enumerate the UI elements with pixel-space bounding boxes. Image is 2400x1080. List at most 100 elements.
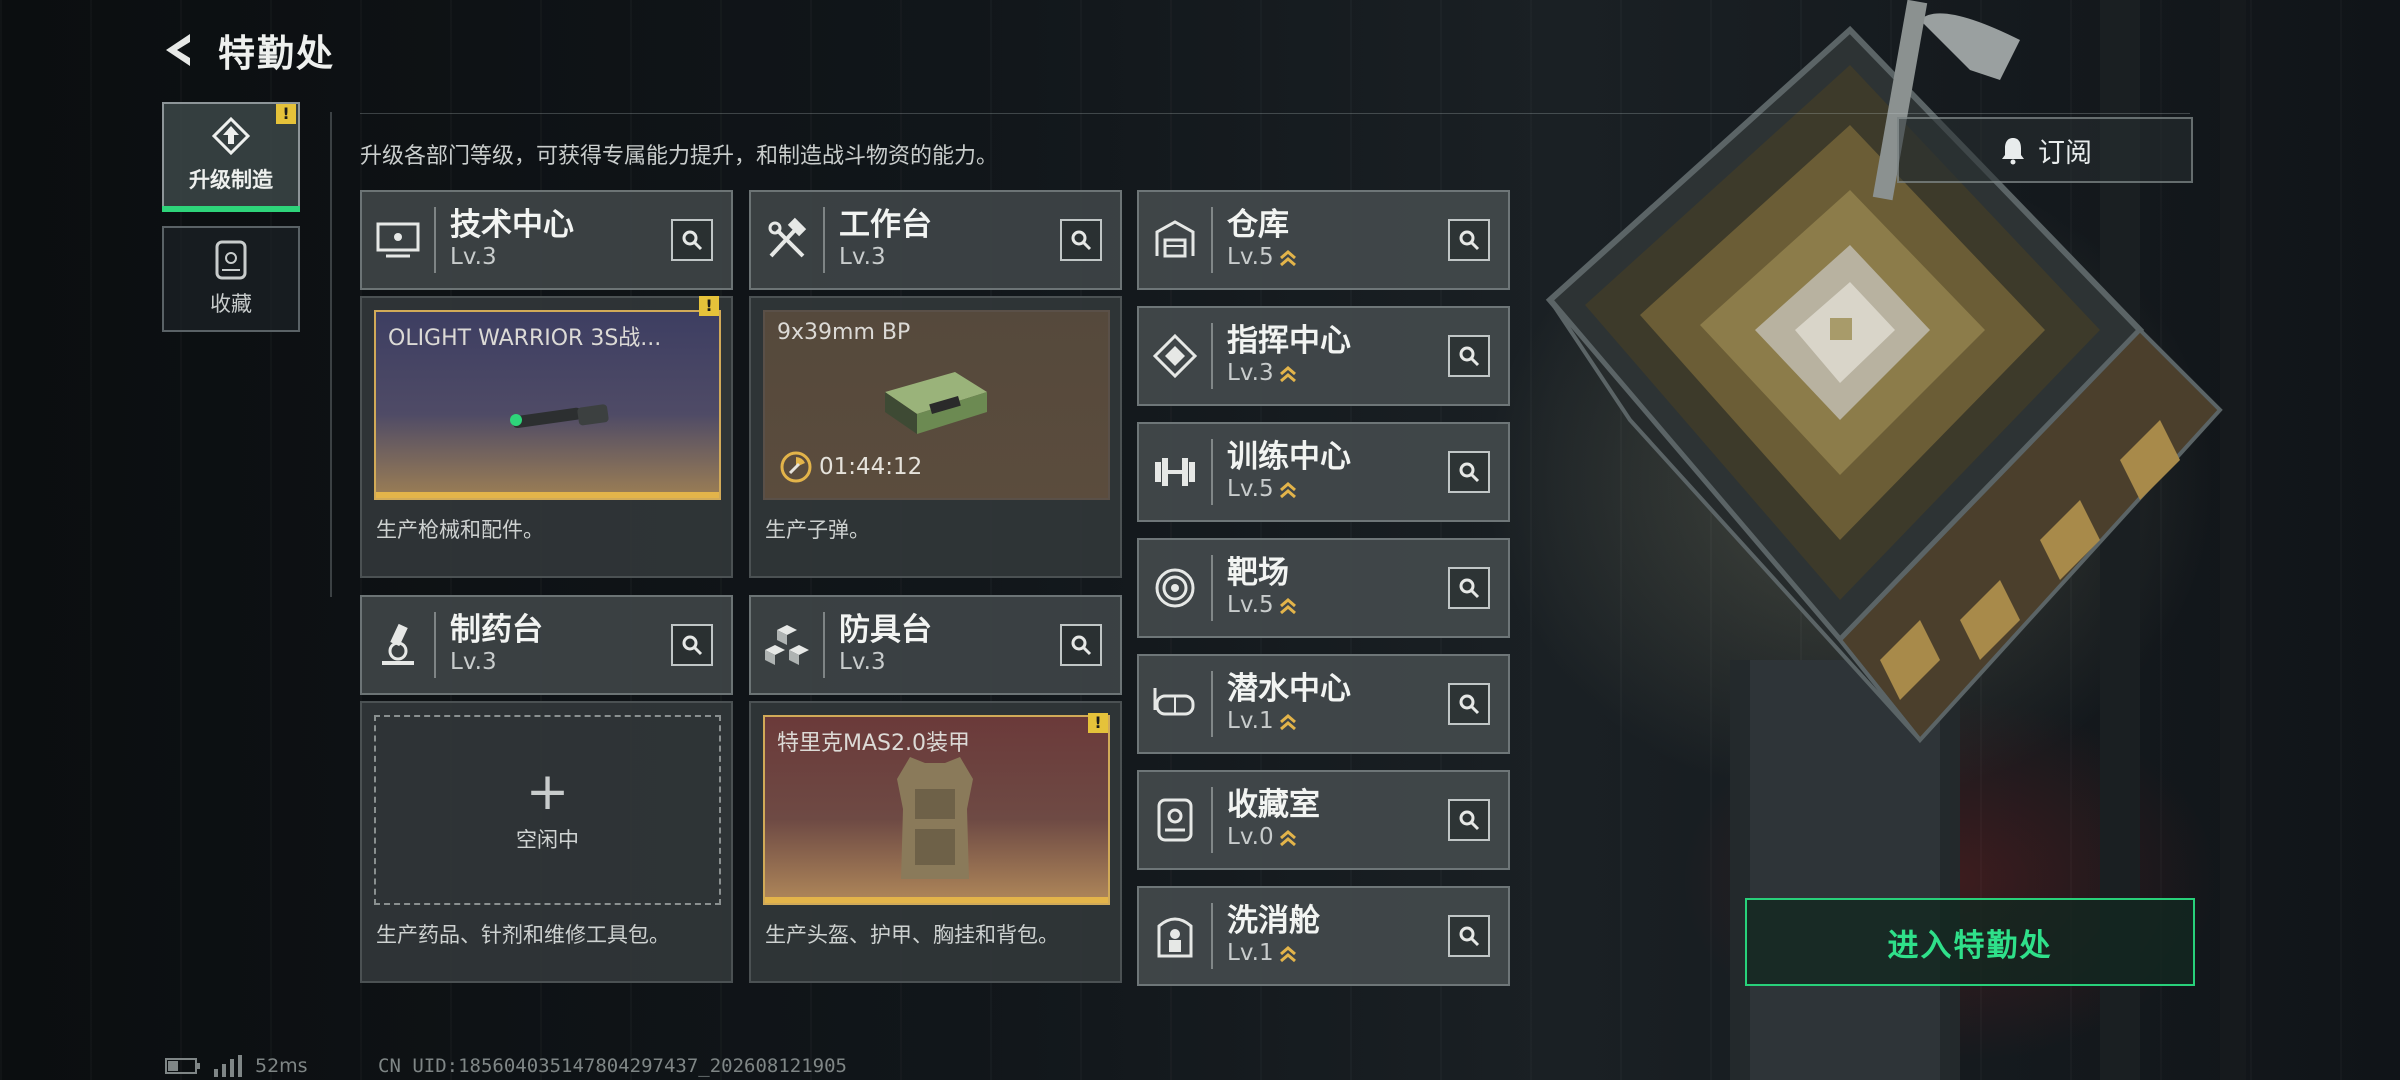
department-description: 生产头盔、护甲、胸挂和背包。	[765, 923, 1059, 947]
department-tech-center[interactable]: 技术中心 Lv.3	[360, 190, 733, 290]
department-row[interactable]: 洗消舱 Lv.1	[1137, 886, 1510, 986]
search-icon	[1459, 230, 1480, 251]
tab-upgrade-craft[interactable]: ! 升级制造	[162, 102, 300, 212]
department-pharmacy[interactable]: 制药台 Lv.3	[360, 595, 733, 695]
body-armor-icon	[897, 757, 973, 879]
idle-status: 空闲中	[516, 828, 579, 852]
search-button[interactable]	[1448, 335, 1490, 377]
department-name: 潜水中心	[1227, 671, 1351, 708]
tech-center-panel: OLIGHT WARRIOR 3S战... ! 生产枪械和配件。	[360, 296, 733, 578]
search-button[interactable]	[1060, 624, 1102, 666]
department-name: 防具台	[839, 612, 932, 649]
decon-icon	[1157, 917, 1193, 958]
search-icon	[1459, 694, 1480, 715]
search-icon	[682, 230, 703, 251]
section-description: 升级各部门等级，可获得专属能力提升，和制造战斗物资的能力。	[360, 144, 999, 169]
department-name: 靶场	[1227, 555, 1289, 592]
search-button[interactable]	[671, 219, 713, 261]
timer-icon	[780, 451, 812, 483]
player-uid: CN UID:1856040351478042974​37_2026081219…	[378, 1055, 847, 1077]
tab-label: 收藏	[210, 292, 252, 316]
department-level: Lv.1	[1227, 940, 1274, 967]
department-name: 洗消舱	[1227, 903, 1320, 940]
upgrade-chevron-icon	[1279, 365, 1296, 382]
department-row[interactable]: 收藏室 Lv.0	[1137, 770, 1510, 870]
department-description: 生产药品、针剂和维修工具包。	[376, 923, 670, 947]
hammer-wrench-icon	[768, 217, 807, 258]
dumbbell-icon	[1155, 458, 1195, 486]
upgrade-chevron-icon	[1279, 829, 1296, 846]
department-description: 生产枪械和配件。	[376, 518, 544, 542]
empty-production-slot[interactable]: + 空闲中	[374, 715, 721, 905]
department-level: Lv.3	[1227, 360, 1274, 387]
computer-icon	[376, 222, 420, 258]
search-icon	[1459, 926, 1480, 947]
notification-badge: !	[1088, 713, 1108, 733]
department-name: 工作台	[839, 207, 932, 244]
ping-value: 52ms	[255, 1055, 308, 1077]
department-row[interactable]: 潜水中心 Lv.1	[1137, 654, 1510, 754]
enter-special-ops-button[interactable]: 进入特勤处	[1745, 898, 2195, 986]
search-button[interactable]	[671, 624, 713, 666]
collection-icon	[1157, 798, 1193, 842]
add-icon: +	[525, 762, 570, 822]
notification-badge: !	[276, 104, 296, 124]
search-button[interactable]	[1448, 567, 1490, 609]
department-name: 训练中心	[1227, 439, 1351, 476]
search-icon	[1459, 346, 1480, 367]
department-name: 指挥中心	[1227, 323, 1351, 360]
production-slot[interactable]: OLIGHT WARRIOR 3S战...	[374, 310, 721, 500]
subscribe-label: 订阅	[2038, 137, 2092, 169]
department-level: Lv.3	[450, 244, 497, 271]
search-icon	[1459, 462, 1480, 483]
search-button[interactable]	[1448, 451, 1490, 493]
department-level: Lv.5	[1227, 592, 1274, 619]
workbench-panel: 9x39mm BP 01:44:12 生产子弹。	[749, 296, 1122, 578]
department-row[interactable]: 训练中心 Lv.5	[1137, 422, 1510, 522]
search-button[interactable]	[1448, 219, 1490, 261]
search-icon	[682, 635, 703, 656]
department-row[interactable]: 指挥中心 Lv.3	[1137, 306, 1510, 406]
production-timer: 01:44:12	[779, 450, 922, 484]
search-button[interactable]	[1060, 219, 1102, 261]
department-level: Lv.5	[1227, 244, 1274, 271]
upgrade-chevron-icon	[1279, 249, 1296, 266]
department-level: Lv.3	[839, 244, 886, 271]
bell-icon	[2002, 138, 2024, 165]
upgrade-chevron-icon	[1279, 597, 1296, 614]
status-bar: 52ms	[165, 1055, 308, 1077]
search-button[interactable]	[1448, 799, 1490, 841]
department-level: Lv.5	[1227, 476, 1274, 503]
department-row[interactable]: 靶场 Lv.5	[1137, 538, 1510, 638]
diving-mask-icon	[1153, 688, 1195, 716]
department-armor-bench[interactable]: 防具台 Lv.3	[749, 595, 1122, 695]
subscribe-button[interactable]: 订阅	[1897, 117, 2193, 183]
department-row[interactable]: 仓库 Lv.5	[1137, 190, 1510, 290]
search-icon	[1071, 230, 1092, 251]
back-arrow-icon[interactable]	[160, 30, 200, 70]
department-level: Lv.1	[1227, 708, 1274, 735]
upgrade-chevron-icon	[1279, 945, 1296, 962]
upgrade-icon	[211, 116, 251, 156]
search-button[interactable]	[1448, 683, 1490, 725]
tab-collection[interactable]: 收藏	[162, 226, 300, 332]
search-button[interactable]	[1448, 915, 1490, 957]
target-icon	[1155, 568, 1195, 608]
pharmacy-panel: + 空闲中 生产药品、针剂和维修工具包。	[360, 701, 733, 983]
production-slot[interactable]: 特里克MAS2.0装甲	[763, 715, 1110, 905]
department-level: Lv.3	[450, 649, 497, 676]
warehouse-icon	[1155, 220, 1195, 258]
upgrade-chevron-icon	[1279, 481, 1296, 498]
timer-value: 01:44:12	[819, 454, 923, 480]
upgrade-chevron-icon	[1279, 713, 1296, 730]
production-slot[interactable]: 9x39mm BP 01:44:12	[763, 310, 1110, 500]
department-name: 制药台	[450, 612, 543, 649]
cubes-icon	[765, 625, 809, 665]
signal-icon	[214, 1055, 242, 1077]
department-name: 仓库	[1227, 207, 1289, 244]
search-icon	[1459, 810, 1480, 831]
department-workbench[interactable]: 工作台 Lv.3	[749, 190, 1122, 290]
item-name: 9x39mm BP	[777, 320, 911, 345]
divider	[360, 113, 2190, 114]
page-header: 特勤处	[160, 24, 335, 76]
